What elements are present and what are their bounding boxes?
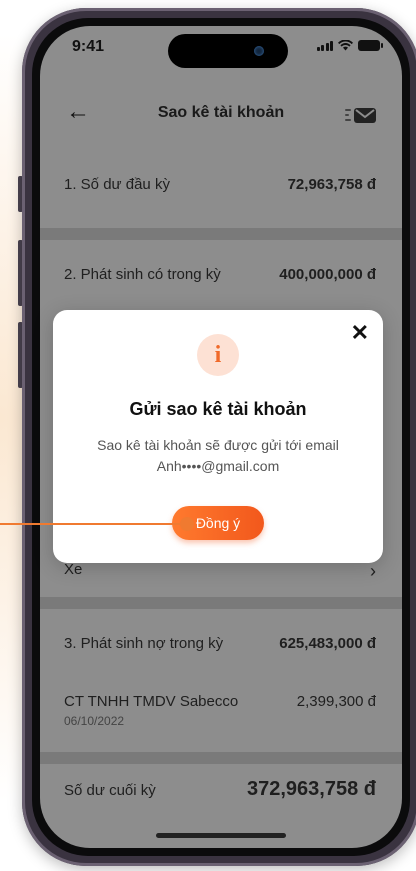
dialog-message: Sao kê tài khoản sẽ được gửi tới email A…	[53, 435, 383, 477]
status-time: 9:41	[72, 38, 105, 55]
closing-balance-label: Số dư cuối kỳ	[64, 782, 156, 799]
closing-balance-value: 372,963,758 đ	[247, 778, 376, 800]
opening-balance-row: 1. Số dư đầu kỳ 72,963,758 đ	[40, 176, 402, 206]
dialog-email: Anh••••@gmail.com	[156, 458, 280, 474]
list-item[interactable]: CT TNHH TMDV Sabecco 06/10/2022 2,399,30…	[40, 693, 402, 737]
camera-icon	[254, 46, 264, 56]
debit-total-value: 625,483,000 đ	[279, 635, 376, 652]
credit-total-row: 2. Phát sinh có trong kỳ 400,000,000 đ	[40, 266, 402, 296]
signal-icon	[316, 41, 333, 51]
status-bar: 9:41	[40, 26, 402, 78]
debit-total-label: 3. Phát sinh nợ trong kỳ	[64, 635, 224, 652]
dialog-message-line1: Sao kê tài khoản sẽ được gửi tới email	[97, 437, 339, 453]
dynamic-island	[168, 34, 288, 68]
status-icons	[316, 40, 383, 51]
nav-bar: ← Sao kê tài khoản	[40, 92, 402, 136]
annotation-pointer-line	[0, 523, 188, 525]
opening-balance-value: 72,963,758 đ	[287, 176, 376, 193]
wifi-icon	[338, 40, 353, 51]
chevron-right-icon: ›	[370, 561, 376, 581]
section-divider	[40, 752, 402, 764]
section-divider	[40, 228, 402, 240]
closing-balance-row: Số dư cuối kỳ 372,963,758 đ	[40, 778, 402, 812]
home-indicator[interactable]	[156, 833, 286, 838]
dialog-title: Gửi sao kê tài khoản	[129, 399, 307, 419]
see-more-label: Xe	[64, 561, 83, 578]
credit-total-value: 400,000,000 đ	[279, 266, 376, 283]
transaction-name: CT TNHH TMDV Sabecco	[64, 693, 239, 710]
send-statement-dialog: ✕ i Gửi sao kê tài khoản Sao kê tài khoả…	[53, 310, 383, 563]
section-divider	[40, 597, 402, 609]
annotation-pointer-dot	[180, 517, 194, 531]
battery-icon	[358, 40, 383, 51]
transaction-date: 06/10/2022	[64, 714, 125, 728]
debit-total-row: 3. Phát sinh nợ trong kỳ 625,483,000 đ	[40, 635, 402, 665]
credit-total-label: 2. Phát sinh có trong kỳ	[64, 266, 221, 283]
transaction-amount: 2,399,300 đ	[296, 693, 376, 710]
send-email-icon[interactable]	[354, 108, 376, 123]
mail-speed-lines	[345, 109, 351, 124]
see-more-row[interactable]: Xe ›	[40, 561, 402, 585]
opening-balance-label: 1. Số dư đầu kỳ	[64, 176, 170, 193]
info-icon: i	[197, 334, 239, 376]
close-icon[interactable]: ✕	[351, 320, 369, 346]
